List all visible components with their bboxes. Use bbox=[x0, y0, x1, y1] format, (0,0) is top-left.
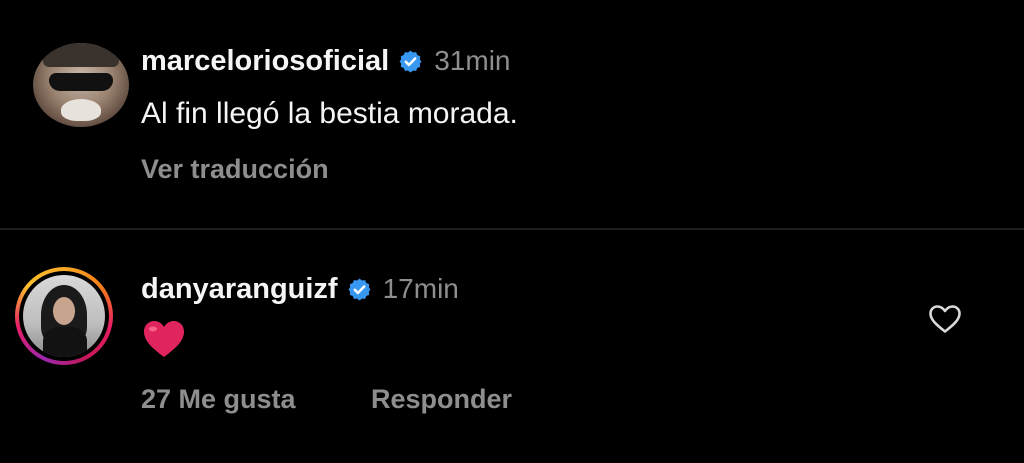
avatar-beard bbox=[61, 99, 101, 121]
comment-header: marceloriosoficial 31min bbox=[141, 44, 510, 78]
heart-outline-icon[interactable] bbox=[928, 304, 962, 334]
avatar-hat bbox=[43, 43, 119, 67]
divider bbox=[0, 228, 1024, 230]
comment-text: Al fin llegó la bestia morada. bbox=[141, 97, 518, 130]
red-heart-emoji: ❤️ bbox=[144, 321, 184, 357]
verified-badge-icon bbox=[348, 278, 371, 300]
timestamp: 17min bbox=[382, 273, 459, 304]
avatar-body bbox=[43, 327, 87, 357]
comment-item: marceloriosoficial 31min Al fin llegó la… bbox=[0, 0, 1024, 228]
verified-badge-icon bbox=[399, 50, 422, 72]
timestamp: 31min bbox=[434, 45, 511, 76]
likes-count[interactable]: 27 Me gusta bbox=[141, 384, 296, 415]
translate-button[interactable]: Ver traducción bbox=[141, 154, 329, 185]
avatar[interactable] bbox=[23, 275, 105, 357]
avatar-face bbox=[53, 297, 75, 325]
avatar-glasses bbox=[49, 73, 113, 91]
comment-header: danyaranguizf 17min bbox=[141, 272, 459, 306]
username[interactable]: marceloriosoficial bbox=[141, 45, 389, 78]
avatar[interactable] bbox=[33, 43, 129, 127]
reply-button[interactable]: Responder bbox=[371, 384, 512, 415]
comments-screen: marceloriosoficial 31min Al fin llegó la… bbox=[0, 0, 1024, 463]
story-ring[interactable] bbox=[15, 267, 113, 365]
username[interactable]: danyaranguizf bbox=[141, 273, 338, 306]
